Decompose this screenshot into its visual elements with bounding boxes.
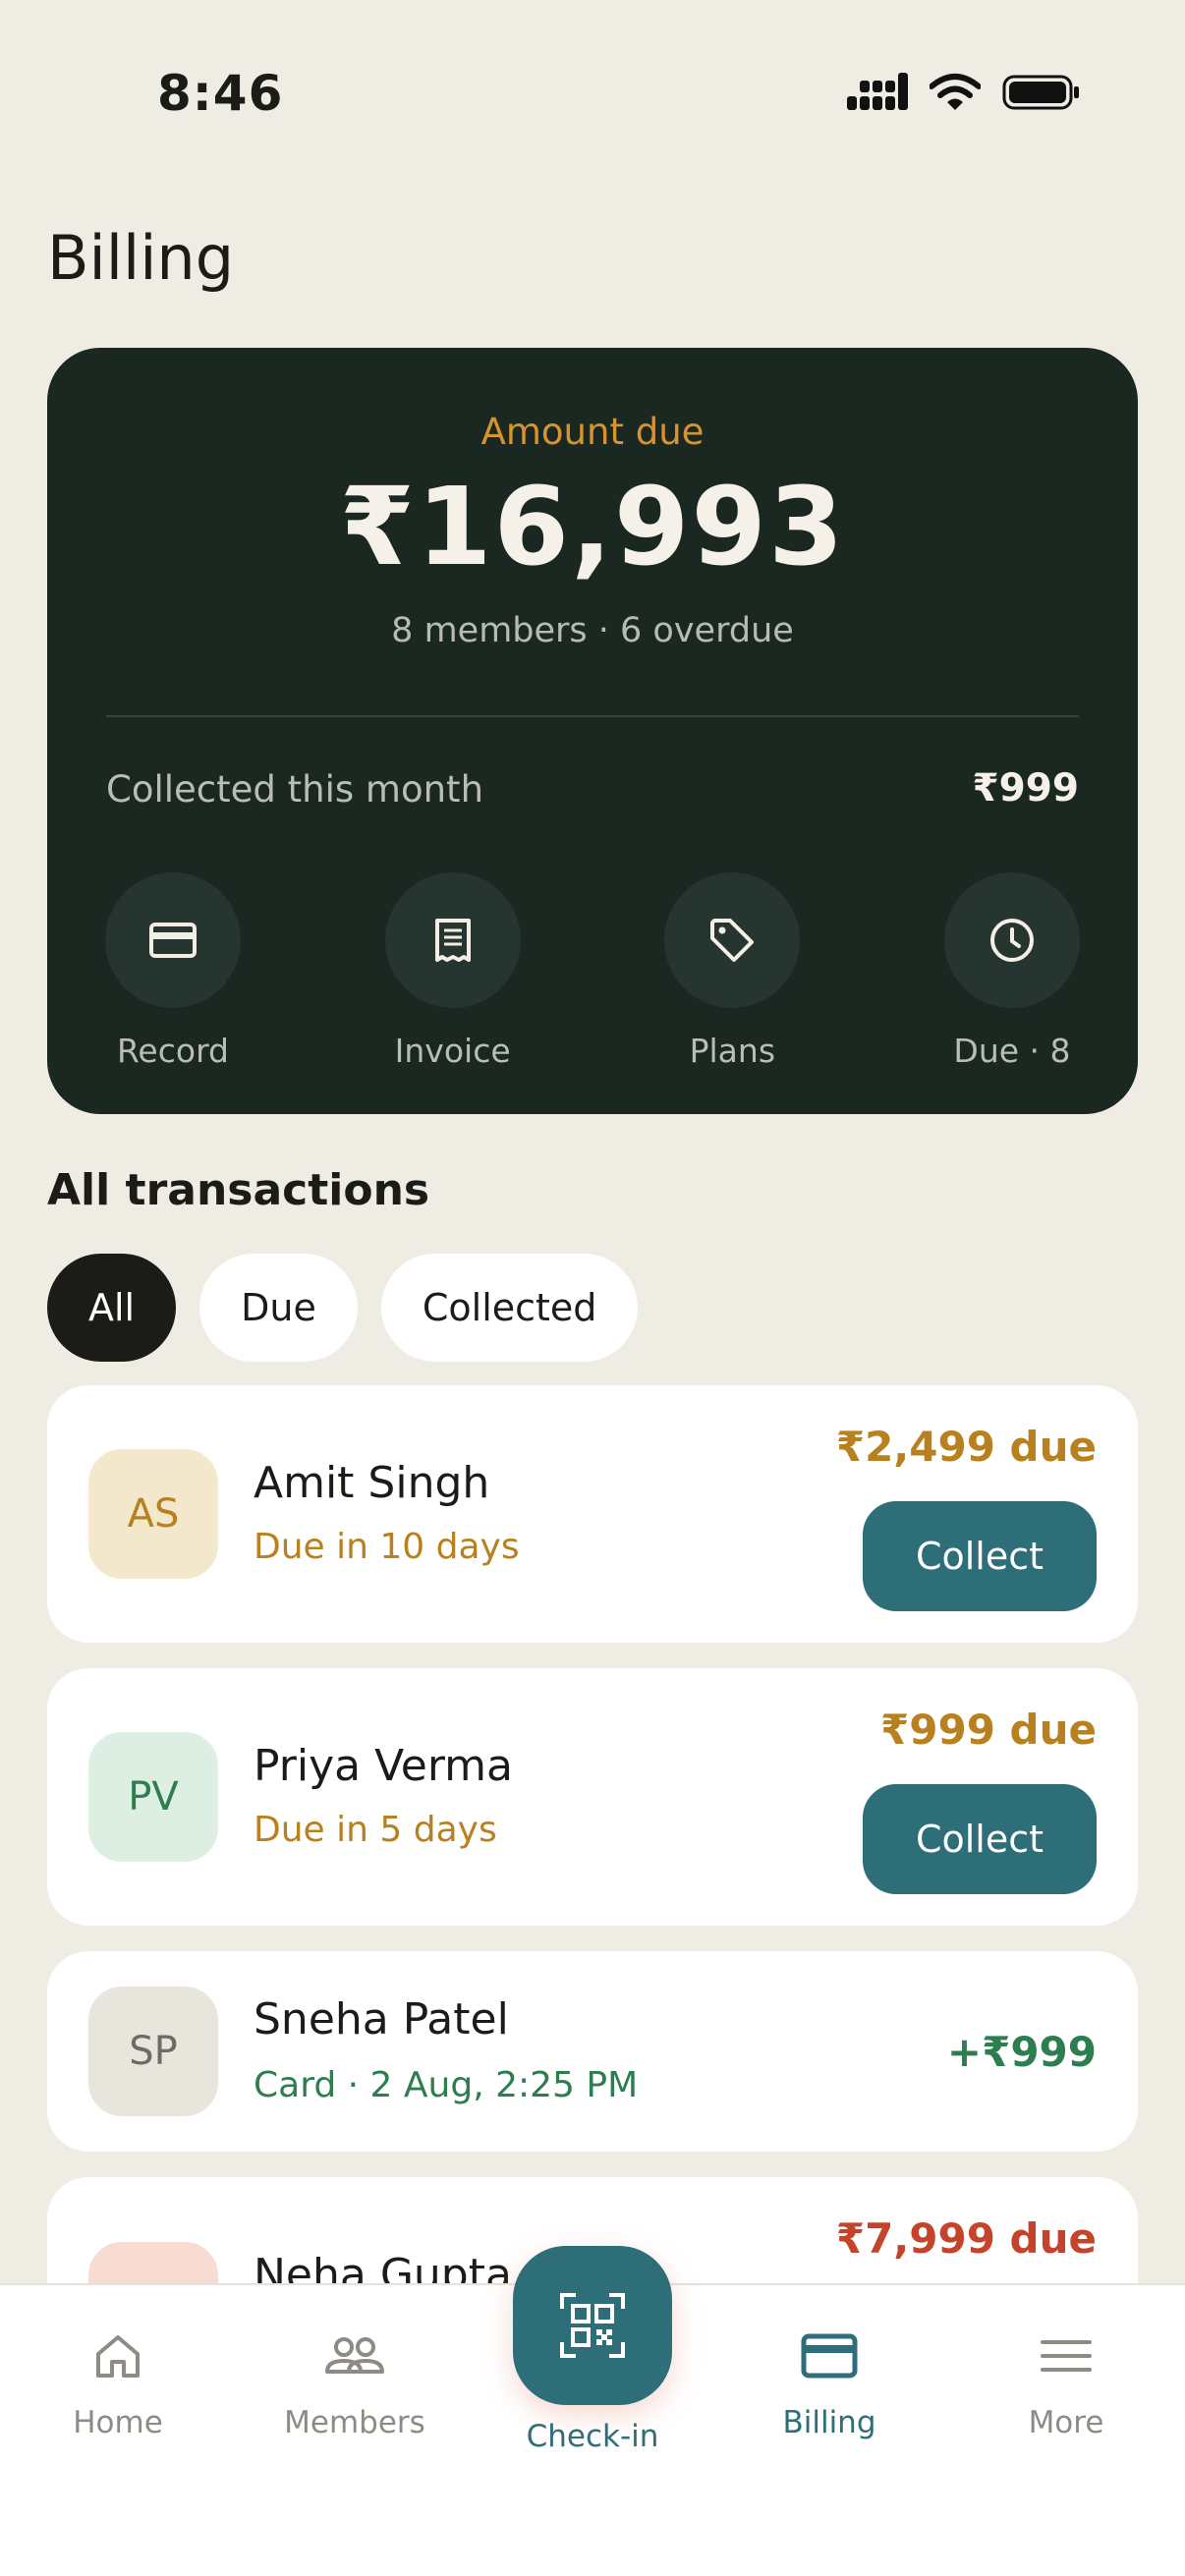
transaction-row[interactable]: AS Amit Singh Due in 10 days ₹2,499 due … bbox=[47, 1385, 1138, 1643]
payment-detail-text: Card · 2 Aug, 2:25 PM bbox=[254, 2065, 639, 2105]
amount-due-card: Amount due ₹16,993 8 members · 6 overdue… bbox=[47, 348, 1138, 1114]
wifi-icon bbox=[930, 74, 981, 110]
due-action-label: Due · 8 bbox=[953, 1032, 1071, 1070]
amount-due-value: ₹16,993 bbox=[339, 464, 846, 589]
collected-this-month-label: Collected this month bbox=[106, 768, 484, 811]
plans-action[interactable]: Plans bbox=[644, 872, 820, 1070]
nav-label-billing: Billing bbox=[782, 2405, 876, 2440]
avatar: PV bbox=[88, 1732, 218, 1862]
card-divider bbox=[106, 715, 1079, 717]
record-action-label: Record bbox=[116, 1032, 230, 1070]
nav-item-home[interactable]: Home bbox=[20, 2328, 216, 2440]
transaction-filter-chips: All Due Collected bbox=[47, 1254, 639, 1362]
collect-button[interactable]: Collect bbox=[863, 1501, 1097, 1611]
invoice-action-label: Invoice bbox=[394, 1032, 511, 1070]
record-payment-action[interactable]: Record bbox=[85, 872, 261, 1070]
receipt-icon bbox=[434, 919, 471, 962]
record-action-button[interactable] bbox=[105, 872, 241, 1008]
nav-item-billing[interactable]: Billing bbox=[731, 2328, 928, 2440]
amount-due-label: Amount due bbox=[480, 411, 705, 453]
menu-icon bbox=[1041, 2340, 1092, 2372]
amount-collected: +₹999 bbox=[946, 2028, 1097, 2076]
transaction-row[interactable]: PV Priya Verma Due in 5 days ₹999 due Co… bbox=[47, 1668, 1138, 1926]
avatar: SP bbox=[88, 1987, 218, 2116]
filter-chip-due[interactable]: Due bbox=[199, 1254, 358, 1362]
amount-due: ₹999 due bbox=[880, 1706, 1097, 1754]
nav-item-members[interactable]: Members bbox=[256, 2328, 453, 2440]
member-name: Sneha Patel bbox=[254, 1994, 509, 2044]
nav-label-members: Members bbox=[284, 2405, 425, 2440]
page-title: Billing bbox=[47, 222, 235, 294]
due-action-button[interactable] bbox=[943, 872, 1080, 1008]
nav-label-more: More bbox=[1028, 2405, 1104, 2440]
cellular-signal-icon bbox=[847, 73, 908, 110]
due-status-text: Due in 5 days bbox=[254, 1810, 497, 1850]
plans-action-button[interactable] bbox=[664, 872, 801, 1008]
member-name: Amit Singh bbox=[254, 1458, 490, 1508]
clock-icon bbox=[989, 919, 1034, 962]
filter-chip-all[interactable]: All bbox=[47, 1254, 177, 1362]
transaction-row[interactable]: SP Sneha Patel Card · 2 Aug, 2:25 PM +₹9… bbox=[47, 1951, 1138, 2152]
qr-code-icon bbox=[560, 2293, 625, 2358]
members-overdue-summary: 8 members · 6 overdue bbox=[391, 611, 794, 650]
home-icon bbox=[96, 2335, 140, 2378]
filter-chip-collected[interactable]: Collected bbox=[380, 1254, 639, 1362]
nav-item-more[interactable]: More bbox=[968, 2328, 1164, 2440]
tag-icon bbox=[710, 919, 755, 962]
billing-card-icon bbox=[801, 2333, 858, 2379]
quick-actions: Record Invoice Plans Due · 8 bbox=[105, 872, 1080, 1070]
battery-icon bbox=[1002, 75, 1079, 110]
plans-action-label: Plans bbox=[689, 1032, 776, 1070]
card-icon bbox=[149, 923, 197, 958]
member-name: Priya Verma bbox=[254, 1741, 513, 1791]
invoice-action-button[interactable] bbox=[384, 872, 521, 1008]
status-time: 8:46 bbox=[157, 65, 284, 122]
nav-label-home: Home bbox=[73, 2405, 163, 2440]
collect-button[interactable]: Collect bbox=[863, 1784, 1097, 1894]
due-action[interactable]: Due · 8 bbox=[924, 872, 1100, 1070]
collected-this-month-value: ₹999 bbox=[972, 766, 1079, 811]
check-in-label: Check-in bbox=[526, 2419, 659, 2454]
amount-overdue: ₹7,999 due bbox=[835, 2214, 1097, 2263]
status-icons bbox=[847, 73, 1081, 112]
check-in-button[interactable] bbox=[513, 2246, 672, 2405]
status-bar: 8:46 bbox=[0, 0, 1185, 187]
amount-due: ₹2,499 due bbox=[835, 1423, 1097, 1471]
members-icon bbox=[325, 2337, 384, 2374]
transactions-section-title: All transactions bbox=[47, 1165, 430, 1215]
avatar: AS bbox=[88, 1449, 218, 1579]
invoice-action[interactable]: Invoice bbox=[365, 872, 541, 1070]
due-status-text: Due in 10 days bbox=[254, 1527, 520, 1567]
